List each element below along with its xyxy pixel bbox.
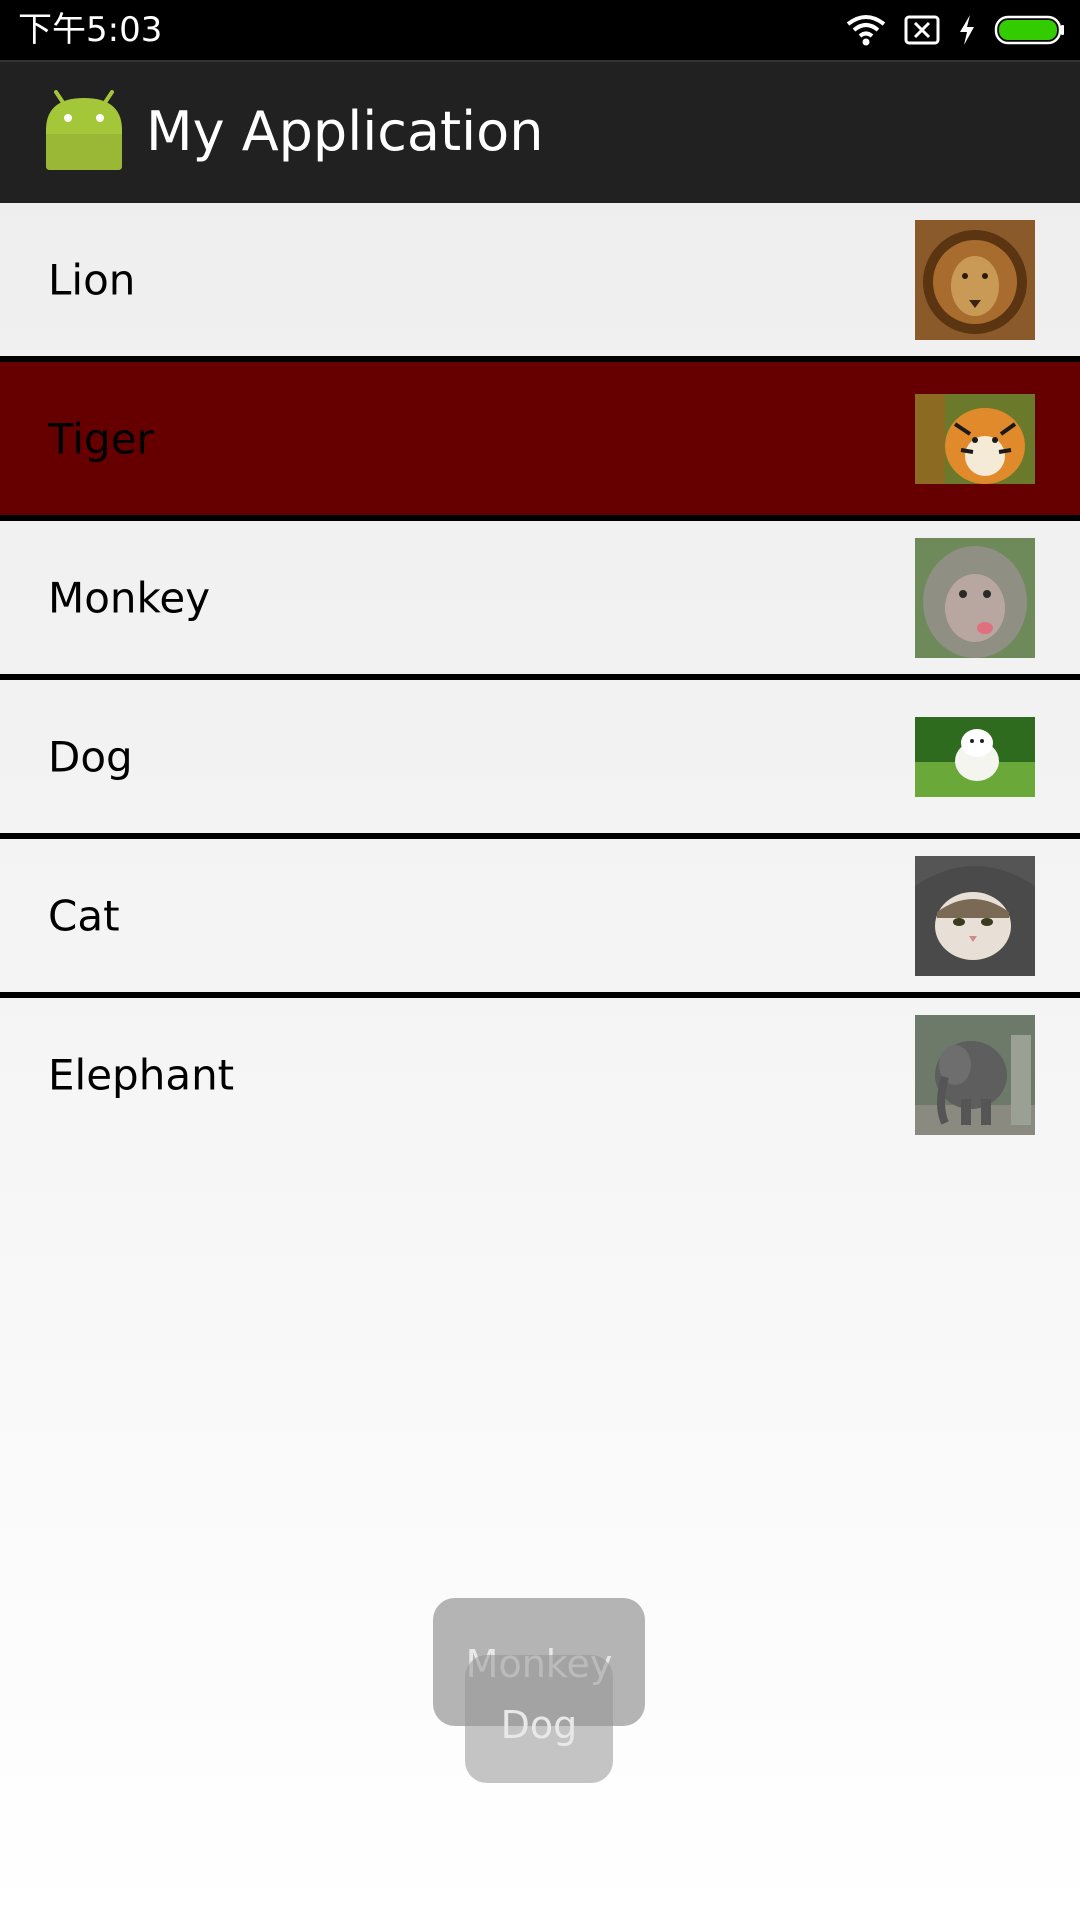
list-item-monkey[interactable]: Monkey <box>0 521 1080 680</box>
wifi-icon <box>846 14 886 46</box>
list-item-cat[interactable]: Cat <box>0 839 1080 998</box>
battery-icon <box>994 15 1066 45</box>
list-item-label: Lion <box>48 255 136 304</box>
list-item-lion[interactable]: Lion <box>0 203 1080 362</box>
dog-image <box>915 716 1035 797</box>
toast-message: Dog <box>465 1655 613 1783</box>
animal-list[interactable]: Lion Tiger Monkey Dog Cat Elephant <box>0 203 1080 1151</box>
list-item-elephant[interactable]: Elephant <box>0 998 1080 1151</box>
elephant-image <box>915 1014 1035 1135</box>
list-item-label: Tiger <box>48 414 154 463</box>
cat-image <box>915 855 1035 976</box>
toast-text: Dog <box>500 1703 578 1747</box>
list-item-tiger[interactable]: Tiger <box>0 362 1080 521</box>
list-item-label: Cat <box>48 891 120 940</box>
no-sim-icon <box>904 15 940 45</box>
list-item-label: Elephant <box>48 1050 235 1099</box>
lion-image <box>915 219 1035 340</box>
app-title: My Application <box>146 100 544 163</box>
status-bar: 下午5:03 <box>0 0 1080 60</box>
status-time: 下午5:03 <box>18 10 163 50</box>
list-item-dog[interactable]: Dog <box>0 680 1080 839</box>
monkey-image <box>915 537 1035 658</box>
tiger-image <box>915 393 1035 484</box>
action-bar: My Application <box>0 60 1080 203</box>
charging-icon <box>958 14 976 46</box>
list-item-label: Dog <box>48 732 133 781</box>
status-icons <box>846 10 1066 50</box>
android-icon <box>44 90 124 170</box>
list-item-label: Monkey <box>48 573 211 622</box>
